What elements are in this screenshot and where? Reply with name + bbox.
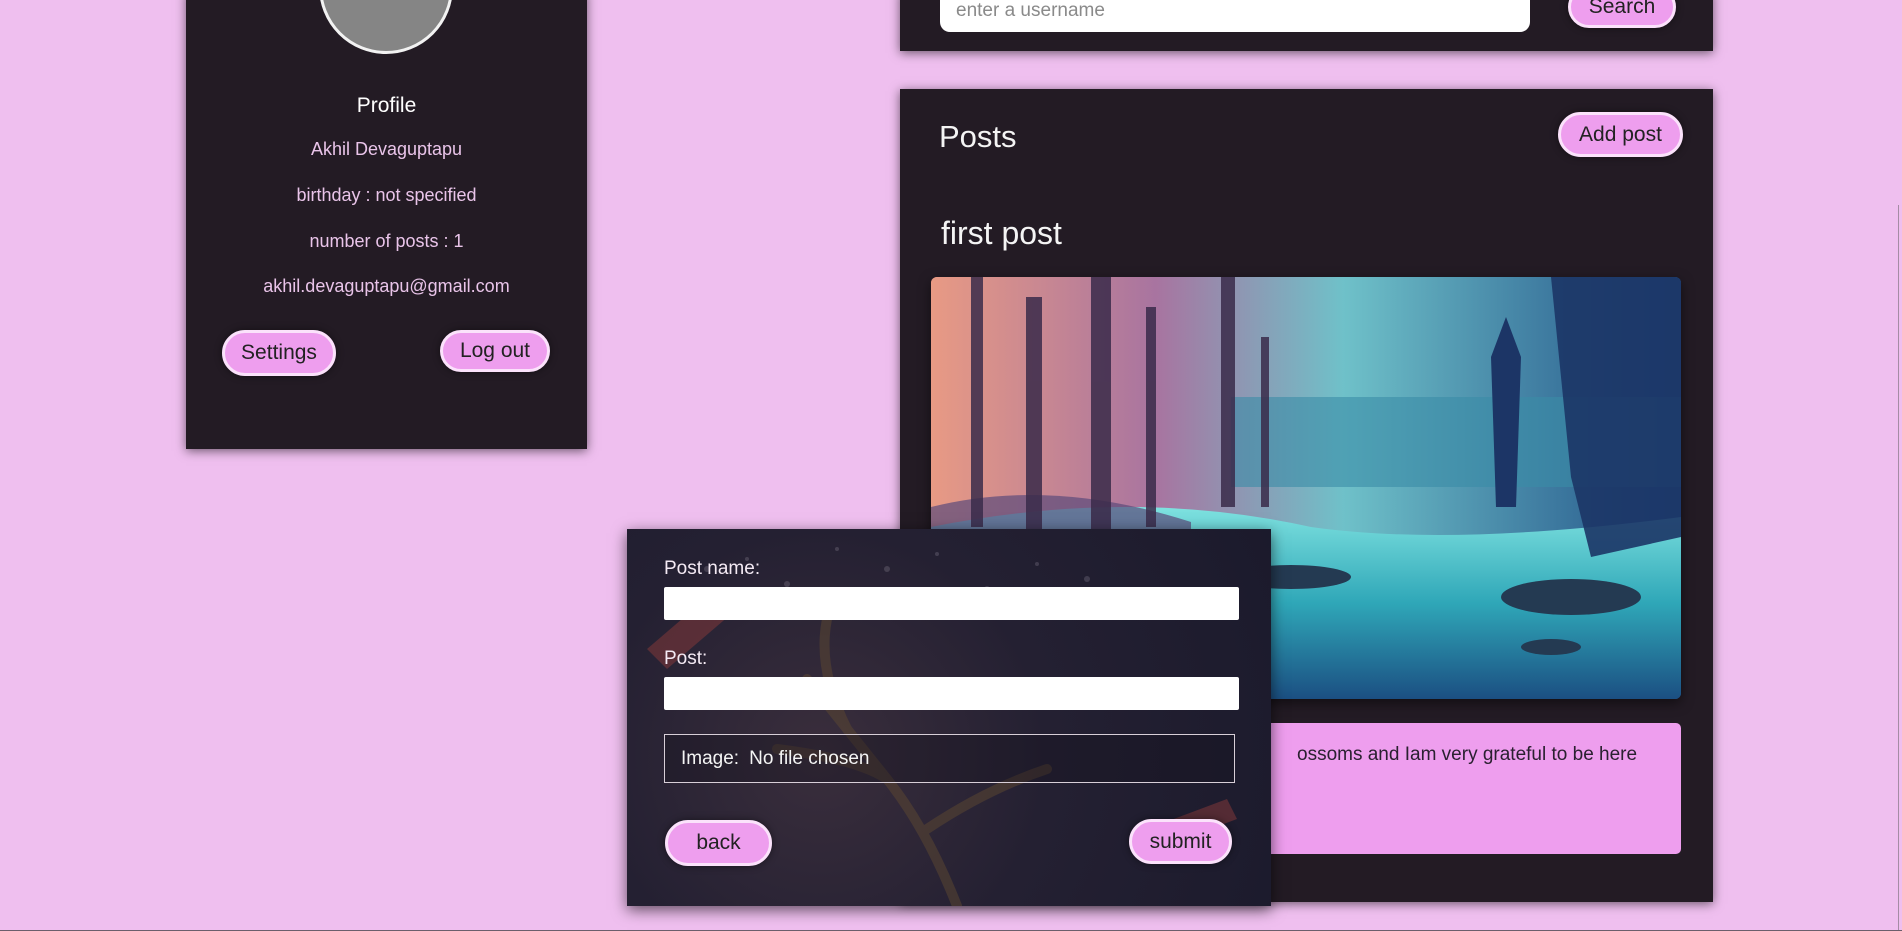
avatar — [319, 0, 453, 54]
profile-email: akhil.devaguptapu@gmail.com — [263, 276, 510, 296]
search-input[interactable] — [940, 0, 1530, 32]
profile-post-count: number of posts : 1 — [309, 231, 464, 251]
profile-birthday: birthday : not specified — [296, 185, 477, 205]
post-title: first post — [941, 215, 1062, 251]
post-name-input[interactable] — [664, 587, 1239, 620]
search-button[interactable]: Search — [1568, 0, 1676, 28]
post-body-text: ossoms and Iam very grateful to be here — [1297, 744, 1638, 765]
post-name-label: Post name: — [664, 558, 761, 579]
back-button[interactable]: back — [665, 820, 772, 866]
add-post-button[interactable]: Add post — [1558, 112, 1683, 157]
scrollbar-edge — [1898, 205, 1899, 930]
image-label: Image: — [681, 747, 740, 769]
posts-heading: Posts — [939, 119, 1017, 154]
profile-title: Profile — [356, 94, 417, 117]
post-label: Post: — [664, 648, 708, 669]
post-input[interactable] — [664, 677, 1239, 710]
image-file-field[interactable]: Image: No file chosen — [664, 734, 1235, 783]
profile-name: Akhil Devaguptapu — [310, 139, 463, 159]
submit-button[interactable]: submit — [1129, 819, 1232, 864]
search-bar: Search — [900, 0, 1713, 51]
profile-card: Profile Akhil Devaguptapu birthday : not… — [186, 0, 587, 449]
logout-button[interactable]: Log out — [440, 330, 550, 372]
file-status: No file chosen — [749, 747, 870, 769]
settings-button[interactable]: Settings — [222, 330, 336, 376]
add-post-modal: Post name: Post: Image: No file chosen b… — [627, 529, 1271, 906]
